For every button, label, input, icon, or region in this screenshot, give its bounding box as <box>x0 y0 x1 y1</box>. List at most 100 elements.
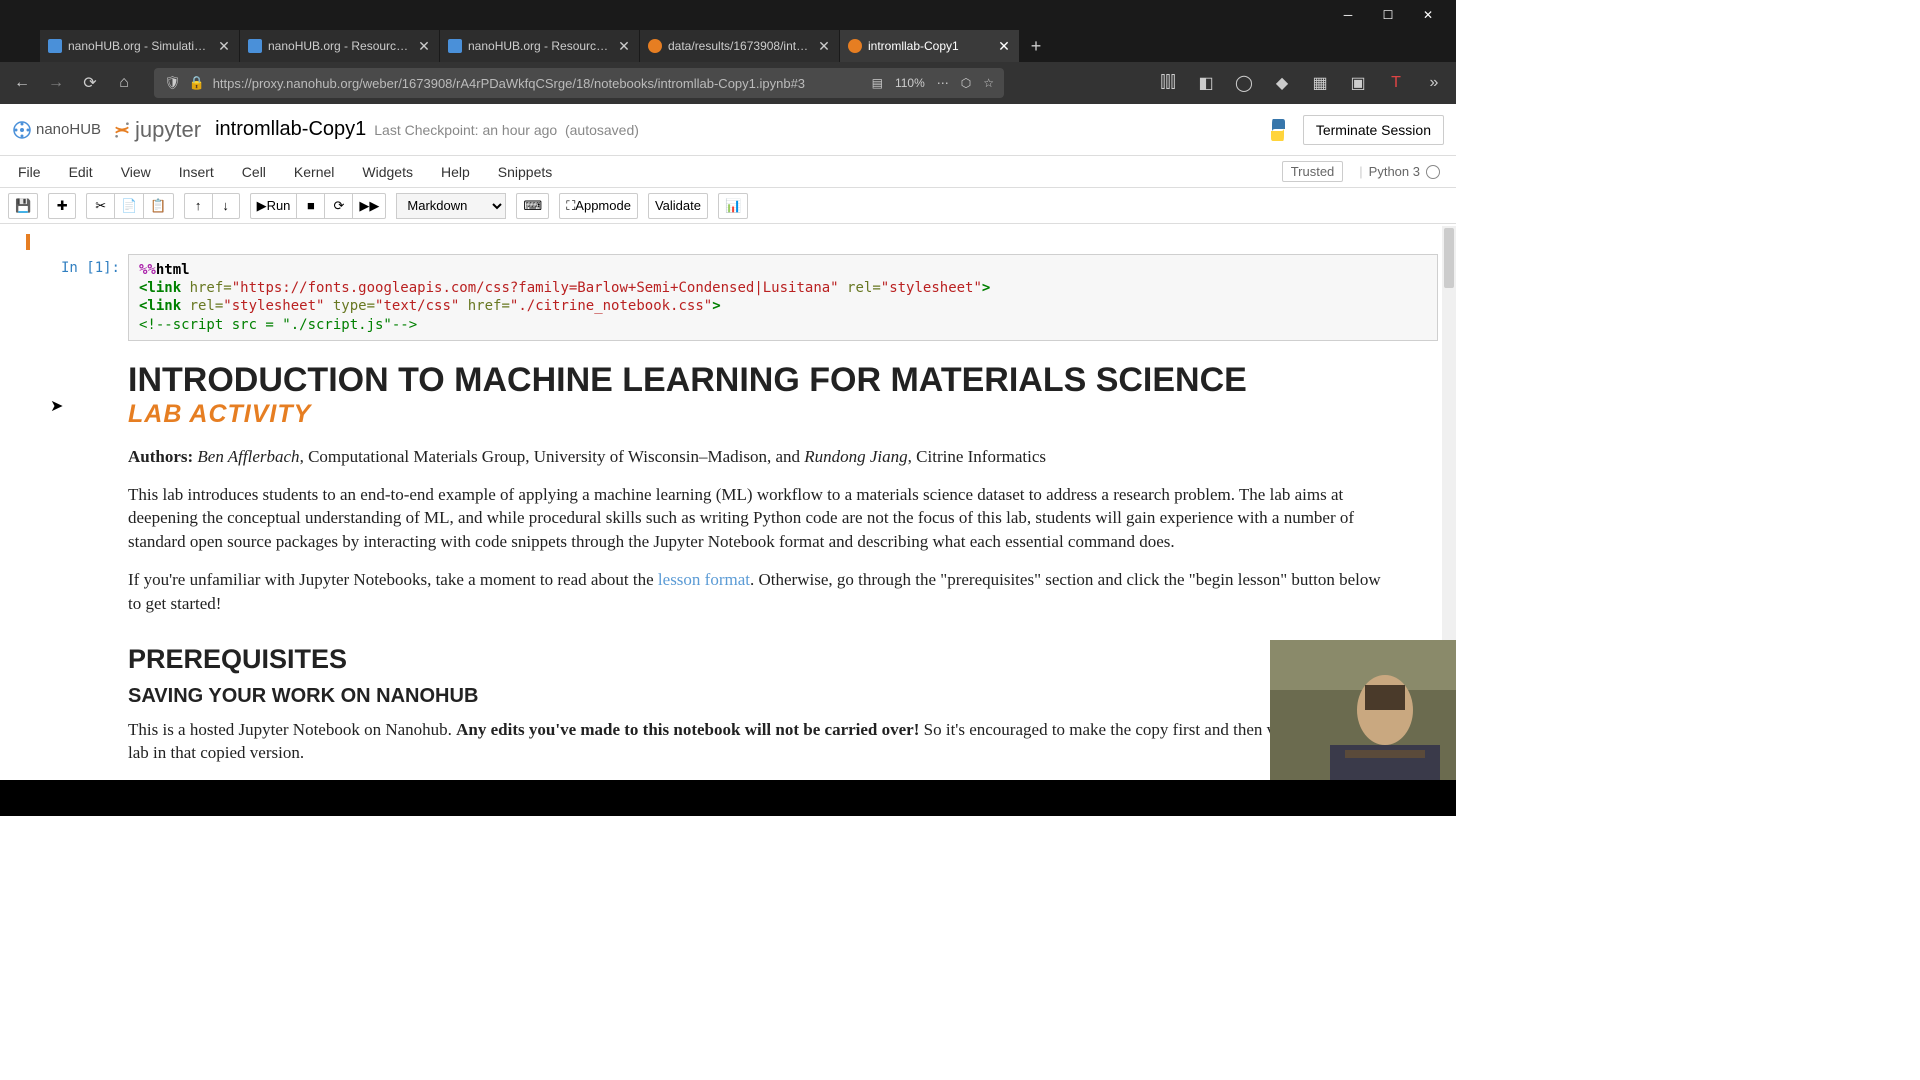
extension-icon[interactable]: ◆ <box>1268 69 1296 97</box>
cell-code-input[interactable]: %%html <link href="https://fonts.googlea… <box>128 254 1438 341</box>
checkpoint-info: Last Checkpoint: an hour ago (autosaved) <box>374 122 639 138</box>
tab-favicon <box>448 39 462 53</box>
account-icon[interactable]: ◯ <box>1230 69 1258 97</box>
copy-button[interactable]: 📄 <box>114 193 143 219</box>
intro-paragraph: This lab introduces students to an end-t… <box>128 483 1398 554</box>
code-cell[interactable]: In [1]: %%html <link href="https://fonts… <box>18 254 1438 341</box>
page-title: INTRODUCTION TO MACHINE LEARNING FOR MAT… <box>128 361 1398 400</box>
tab-label: data/results/1673908/intromll <box>668 39 811 53</box>
markdown-cell[interactable]: INTRODUCTION TO MACHINE LEARNING FOR MAT… <box>128 361 1438 765</box>
bookmark-icon[interactable]: ☆ <box>983 76 994 90</box>
close-icon[interactable]: ✕ <box>997 39 1011 53</box>
extension-icon-3[interactable]: ▣ <box>1344 69 1372 97</box>
menu-cell[interactable]: Cell <box>228 158 280 186</box>
home-button[interactable]: ⌂ <box>110 69 138 97</box>
menu-widgets[interactable]: Widgets <box>348 158 427 186</box>
nanohub-label: nanoHUB <box>36 121 101 138</box>
move-down-button[interactable]: ↓ <box>212 193 240 219</box>
save-button[interactable]: 💾 <box>8 193 38 219</box>
nanohub-icon <box>12 120 32 140</box>
browser-tab-3[interactable]: nanoHUB.org - Resources: Jup ✕ <box>440 30 640 62</box>
nanohub-logo[interactable]: nanoHUB <box>12 120 101 140</box>
lock-icon: 🔒 <box>189 75 205 91</box>
prerequisites-heading: PREREQUISITES <box>128 644 1398 675</box>
zoom-level[interactable]: 110% <box>895 76 925 90</box>
address-bar[interactable]: 🛡 🔒 https://proxy.nanohub.org/weber/1673… <box>154 68 1004 98</box>
restart-run-all-button[interactable]: ▶▶ <box>352 193 386 219</box>
command-palette-button[interactable]: ⌨ <box>516 193 549 219</box>
minimize-button[interactable]: ─ <box>1328 0 1368 30</box>
tab-label: nanoHUB.org - Resources: Jup <box>468 39 611 53</box>
jupyter-toolbar: 💾 ✚ ✂ 📄 📋 ↑ ↓ ▶ Run ■ ⟳ ▶▶ Markdown ⌨ ⛶ … <box>0 188 1456 224</box>
more-icon[interactable]: ⋯ <box>937 76 949 90</box>
new-tab-button[interactable]: + <box>1020 30 1052 62</box>
extension-icon-4[interactable]: T <box>1382 69 1410 97</box>
jupyter-logo[interactable]: jupyter <box>113 117 201 143</box>
menu-view[interactable]: View <box>107 158 165 186</box>
menu-edit[interactable]: Edit <box>55 158 107 186</box>
browser-tabbar: nanoHUB.org - Simulation, Edu ✕ nanoHUB.… <box>0 30 1456 62</box>
tab-favicon <box>48 39 62 53</box>
close-icon[interactable]: ✕ <box>417 39 431 53</box>
tab-label: intromllab-Copy1 <box>868 39 991 53</box>
lesson-format-link[interactable]: lesson format <box>658 570 750 589</box>
close-icon[interactable]: ✕ <box>817 39 831 53</box>
close-icon[interactable]: ✕ <box>217 39 231 53</box>
reader-icon[interactable]: ▤ <box>872 76 883 90</box>
pocket-icon[interactable]: ⬡ <box>961 76 971 90</box>
taskbar[interactable] <box>0 780 1456 816</box>
trusted-indicator[interactable]: Trusted <box>1282 161 1344 182</box>
menu-file[interactable]: File <box>4 158 55 186</box>
paste-button[interactable]: 📋 <box>143 193 173 219</box>
terminate-session-button[interactable]: Terminate Session <box>1303 115 1444 145</box>
kernel-name: Python 3 <box>1369 164 1420 179</box>
browser-navbar: ← → ⟳ ⌂ 🛡 🔒 https://proxy.nanohub.org/we… <box>0 62 1456 104</box>
maximize-button[interactable]: ☐ <box>1368 0 1408 30</box>
close-window-button[interactable]: ✕ <box>1408 0 1448 30</box>
browser-tab-1[interactable]: nanoHUB.org - Simulation, Edu ✕ <box>40 30 240 62</box>
cell-prompt: In [1]: <box>18 260 128 276</box>
sidebar-icon[interactable]: ◧ <box>1192 69 1220 97</box>
notebook-title[interactable]: intromllab-Copy1 <box>215 118 366 141</box>
tab-favicon <box>648 39 662 53</box>
celltype-dropdown[interactable]: Markdown <box>396 193 506 219</box>
menu-help[interactable]: Help <box>427 158 484 186</box>
saving-work-heading: SAVING YOUR WORK ON NANOHUB <box>128 685 1398 708</box>
validate-button[interactable]: Validate <box>648 193 708 219</box>
authors-line: Authors: Ben Afflerbach, Computational M… <box>128 445 1398 469</box>
tab-favicon <box>248 39 262 53</box>
url-text: https://proxy.nanohub.org/weber/1673908/… <box>213 76 805 91</box>
menu-kernel[interactable]: Kernel <box>280 158 348 186</box>
overflow-icon[interactable]: » <box>1420 69 1448 97</box>
cut-button[interactable]: ✂ <box>86 193 114 219</box>
tab-label: nanoHUB.org - Resources: Ma <box>268 39 411 53</box>
extension-icon-2[interactable]: ▦ <box>1306 69 1334 97</box>
restart-button[interactable]: ⟳ <box>324 193 352 219</box>
tab-favicon <box>848 39 862 53</box>
jupyter-label: jupyter <box>135 117 201 143</box>
menu-snippets[interactable]: Snippets <box>484 158 566 186</box>
instruction-paragraph: If you're unfamiliar with Jupyter Notebo… <box>128 568 1398 616</box>
notebook-area[interactable]: In [1]: %%html <link href="https://fonts… <box>0 226 1456 780</box>
back-button[interactable]: ← <box>8 69 36 97</box>
browser-tab-5[interactable]: intromllab-Copy1 ✕ <box>840 30 1020 62</box>
stop-button[interactable]: ■ <box>296 193 324 219</box>
browser-tab-4[interactable]: data/results/1673908/intromll ✕ <box>640 30 840 62</box>
appmode-button[interactable]: ⛶ Appmode <box>559 193 638 219</box>
run-button[interactable]: ▶ Run <box>250 193 297 219</box>
jupyter-icon <box>113 121 131 139</box>
add-cell-button[interactable]: ✚ <box>48 193 76 219</box>
jupyter-menubar: File Edit View Insert Cell Kernel Widget… <box>0 156 1456 188</box>
kernel-indicator[interactable]: | Python 3 <box>1359 164 1440 179</box>
library-icon[interactable]: ⫿⫿⫿ <box>1154 69 1182 97</box>
forward-button[interactable]: → <box>42 69 70 97</box>
move-up-button[interactable]: ↑ <box>184 193 212 219</box>
scroll-thumb[interactable] <box>1444 228 1454 288</box>
saving-paragraph: This is a hosted Jupyter Notebook on Nan… <box>128 718 1398 766</box>
close-icon[interactable]: ✕ <box>617 39 631 53</box>
menu-insert[interactable]: Insert <box>165 158 228 186</box>
chart-button[interactable]: 📊 <box>718 193 748 219</box>
browser-tab-2[interactable]: nanoHUB.org - Resources: Ma ✕ <box>240 30 440 62</box>
cell-selection-marker <box>26 234 30 250</box>
reload-button[interactable]: ⟳ <box>76 69 104 97</box>
